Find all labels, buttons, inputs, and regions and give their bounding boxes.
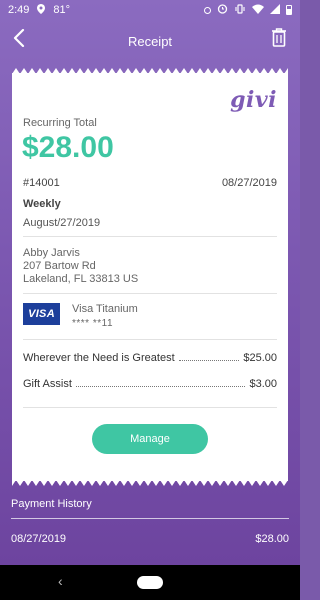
- receipt-bottom-edge: [12, 480, 288, 486]
- line-item-label: Wherever the Need is Greatest: [23, 352, 175, 364]
- dot-leader: [75, 386, 246, 387]
- divider: [23, 236, 277, 237]
- nav-back-icon[interactable]: ‹: [58, 573, 63, 589]
- payment-amount: $28.00: [255, 533, 289, 545]
- line-item-amount: $3.00: [249, 378, 277, 390]
- divider: [23, 339, 277, 340]
- chevron-left-icon: [13, 28, 25, 52]
- frequency-date: August/27/2019: [23, 217, 101, 229]
- wifi-icon: [252, 4, 264, 17]
- payment-history-divider: [11, 518, 289, 519]
- card-name: Visa Titanium: [72, 303, 138, 315]
- payment-history-title: Payment History: [11, 498, 92, 510]
- divider: [23, 407, 277, 408]
- divider: [23, 293, 277, 294]
- address-street: 207 Bartow Rd: [23, 260, 96, 272]
- givi-logo: givi: [230, 87, 277, 113]
- status-bar: 2:49 81°: [0, 0, 300, 20]
- page-title: Receipt: [127, 33, 173, 49]
- donor-name: Abby Jarvis: [23, 247, 80, 259]
- recurring-total-amount: $28.00: [22, 131, 114, 164]
- alarm-icon: [217, 3, 228, 17]
- battery-icon: [286, 5, 292, 15]
- recurring-total-label: Recurring Total: [23, 117, 97, 129]
- visa-card-icon: VISA: [23, 303, 60, 325]
- delete-button[interactable]: [268, 28, 290, 52]
- frequency-label: Weekly: [23, 198, 61, 210]
- payment-history-row[interactable]: 08/27/2019 $28.00: [11, 533, 289, 545]
- line-item: Wherever the Need is Greatest $25.00: [23, 352, 277, 368]
- back-button[interactable]: [8, 28, 30, 52]
- manage-button[interactable]: Manage: [92, 424, 208, 454]
- order-number: #14001: [23, 177, 60, 189]
- line-item-amount: $25.00: [243, 352, 277, 364]
- receipt-card: givi Recurring Total $28.00 #14001 08/27…: [12, 73, 288, 481]
- dot-leader: [178, 360, 240, 361]
- app-header: Receipt: [0, 22, 300, 60]
- vibrate-icon: [234, 3, 246, 17]
- nav-home-button[interactable]: [137, 576, 163, 589]
- status-temperature: 81°: [53, 4, 71, 16]
- line-item-label: Gift Assist: [23, 378, 72, 390]
- system-nav-bar: ‹: [0, 565, 300, 600]
- status-time: 2:49: [8, 4, 30, 16]
- signal-icon: [270, 3, 280, 17]
- payment-date: 08/27/2019: [11, 533, 67, 545]
- dot-icon: [204, 6, 211, 14]
- location-icon: [37, 3, 46, 17]
- address-city: Lakeland, FL 33813 US: [23, 273, 139, 285]
- trash-icon: [271, 28, 287, 52]
- line-item: Gift Assist $3.00: [23, 378, 277, 394]
- order-date: 08/27/2019: [221, 177, 277, 189]
- card-number: **** **11: [72, 318, 114, 329]
